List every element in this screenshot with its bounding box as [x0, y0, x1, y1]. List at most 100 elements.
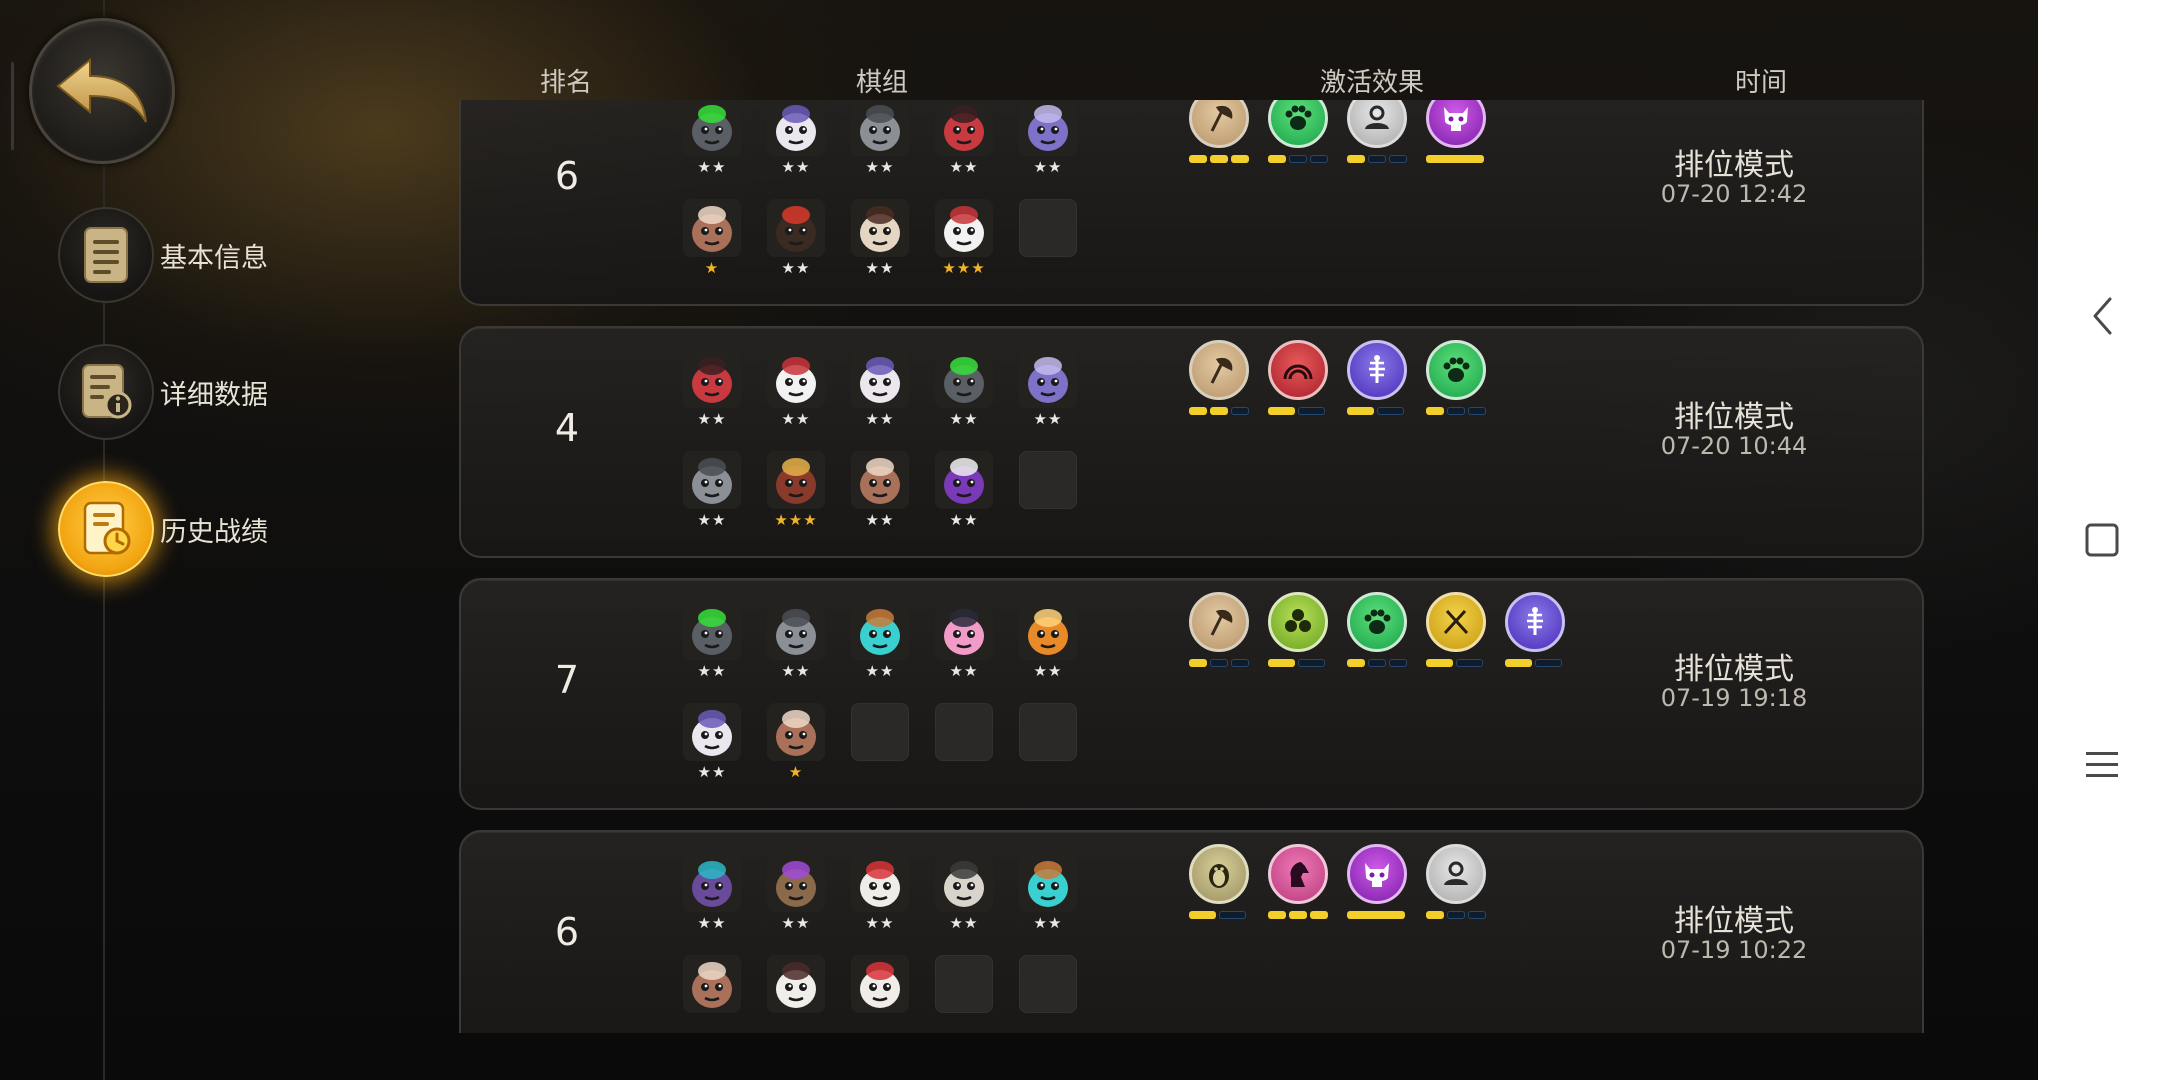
piece-slot[interactable]: ★★★ — [933, 199, 995, 295]
trait-effect[interactable] — [1189, 844, 1251, 934]
star-rating: ★★ — [781, 662, 811, 680]
trait-effect[interactable] — [1347, 100, 1409, 178]
piece-slot[interactable]: ★★ — [933, 350, 995, 446]
record-card[interactable]: 6 ★★ ★★ ★★ ★★ ★★ — [459, 830, 1924, 1033]
trait-effect[interactable] — [1268, 592, 1330, 682]
trait-effect[interactable] — [1505, 592, 1567, 682]
trait-effect[interactable] — [1268, 844, 1330, 934]
cyan-robot-icon — [1019, 854, 1077, 912]
record-card[interactable]: 6 ★★ ★★ ★★ ★★ ★★ — [459, 100, 1924, 306]
star-rating: ★★ — [865, 914, 895, 932]
star-rating: ★★ — [697, 763, 727, 781]
sidebar-item-match-history[interactable]: 历史战绩 — [58, 481, 268, 577]
piece-slot[interactable] — [681, 955, 743, 1033]
level-bar-active — [1347, 911, 1405, 919]
piece-slot[interactable]: ★★ — [1017, 854, 1079, 950]
level-bar-inactive — [1231, 407, 1249, 415]
system-back-button[interactable] — [2080, 294, 2124, 338]
system-home-button[interactable] — [2080, 518, 2124, 562]
empty-slot — [1019, 451, 1077, 509]
piece-slot[interactable]: ★★ — [681, 100, 743, 194]
level-bar-active — [1210, 155, 1228, 163]
trait-effect[interactable] — [1426, 340, 1488, 430]
trait-level-bars — [1268, 659, 1330, 667]
star-rating: ★★ — [697, 511, 727, 529]
sidebar-item-basic-info[interactable]: 基本信息 — [58, 207, 268, 303]
trait-level-bars — [1426, 659, 1488, 667]
piece-slot[interactable]: ★★ — [681, 602, 743, 698]
trait-effect[interactable] — [1426, 592, 1488, 682]
rainbow-emblem-icon — [1268, 340, 1328, 400]
level-bar-active — [1268, 407, 1295, 415]
trait-effect[interactable] — [1347, 340, 1409, 430]
star-rating: ★★ — [781, 914, 811, 932]
empty-piece-slot — [933, 703, 995, 799]
piece-slot[interactable]: ★★ — [765, 854, 827, 950]
level-bar-inactive — [1298, 659, 1325, 667]
empty-piece-slot — [1017, 703, 1079, 799]
level-bar-active — [1347, 659, 1365, 667]
brown-bear-icon — [767, 703, 825, 761]
trait-level-bars — [1189, 659, 1251, 667]
knight-horse-emblem-icon — [1268, 844, 1328, 904]
sidebar-item-label: 基本信息 — [160, 242, 268, 274]
system-menu-button[interactable] — [2080, 742, 2124, 786]
piece-slot[interactable]: ★★ — [1017, 350, 1079, 446]
piece-slot[interactable]: ★★ — [1017, 602, 1079, 698]
piece-slot[interactable]: ★★ — [681, 451, 743, 547]
piece-slot[interactable]: ★★ — [933, 602, 995, 698]
piece-slot[interactable]: ★★ — [765, 602, 827, 698]
piece-slot[interactable] — [765, 955, 827, 1033]
trait-effect[interactable] — [1189, 100, 1251, 178]
record-card[interactable]: 7 ★★ ★★ ★★ ★★ ★★ ★★ ★ 排位模式 07-19 19:18 — [459, 578, 1924, 810]
piece-slot[interactable]: ★★★ — [765, 451, 827, 547]
sidebar-item-label: 历史战绩 — [160, 516, 268, 548]
orange-claw-icon — [1019, 602, 1077, 660]
level-bar-active — [1189, 659, 1207, 667]
piece-slot[interactable]: ★★ — [849, 854, 911, 950]
level-bar-active — [1347, 155, 1365, 163]
piece-slot[interactable]: ★★ — [765, 100, 827, 194]
trait-level-bars — [1189, 407, 1251, 415]
empty-slot — [1019, 955, 1077, 1013]
trait-effect[interactable] — [1189, 592, 1251, 682]
piece-slot[interactable]: ★★ — [933, 451, 995, 547]
piece-slot[interactable]: ★★ — [681, 854, 743, 950]
level-bar-inactive — [1377, 407, 1404, 415]
trait-effect[interactable] — [1189, 340, 1251, 430]
piece-slot[interactable]: ★★ — [849, 100, 911, 194]
trait-effect[interactable] — [1347, 844, 1409, 934]
piece-slot[interactable]: ★ — [681, 199, 743, 295]
axe-emblem-icon — [1189, 592, 1249, 652]
piece-slot[interactable]: ★★ — [681, 703, 743, 799]
sidebar-item-detailed-data[interactable]: 详细数据 — [58, 344, 268, 440]
trait-effect[interactable] — [1426, 100, 1488, 178]
level-bar-active — [1189, 407, 1207, 415]
trait-effect[interactable] — [1268, 100, 1330, 178]
piece-slot[interactable]: ★★ — [849, 199, 911, 295]
piece-slot[interactable]: ★★ — [849, 602, 911, 698]
piece-slot[interactable]: ★★ — [933, 854, 995, 950]
trait-effect[interactable] — [1347, 592, 1409, 682]
trait-effect[interactable] — [1268, 340, 1330, 430]
piece-slot[interactable]: ★★ — [1017, 100, 1079, 194]
level-bar-inactive — [1389, 155, 1407, 163]
piece-slot[interactable]: ★★ — [933, 100, 995, 194]
piece-slot[interactable]: ★★ — [681, 350, 743, 446]
piece-slot[interactable]: ★★ — [849, 451, 911, 547]
piece-slot[interactable]: ★★ — [765, 199, 827, 295]
piece-slot[interactable]: ★★ — [765, 350, 827, 446]
piece-slot[interactable]: ★★ — [849, 350, 911, 446]
back-button[interactable] — [29, 18, 175, 164]
piece-slot[interactable]: ★ — [765, 703, 827, 799]
curved-back-arrow-icon — [56, 57, 147, 123]
record-card[interactable]: 4 ★★ ★★ ★★ ★★ ★★ ★★ ★★★ ★★ ★★ 排位模式 07-20… — [459, 326, 1924, 558]
document-icon — [58, 207, 154, 303]
purple-witch-icon — [935, 451, 993, 509]
trait-level-bars — [1268, 911, 1330, 919]
level-bar-inactive — [1219, 911, 1246, 919]
piece-slot[interactable] — [849, 955, 911, 1033]
trait-level-bars — [1426, 155, 1488, 163]
history-list[interactable]: 6 ★★ ★★ ★★ ★★ ★★ ★ ★★ ★★ ★★★ 排位模式 07-20 … — [455, 100, 1930, 1033]
trait-effect[interactable] — [1426, 844, 1488, 934]
